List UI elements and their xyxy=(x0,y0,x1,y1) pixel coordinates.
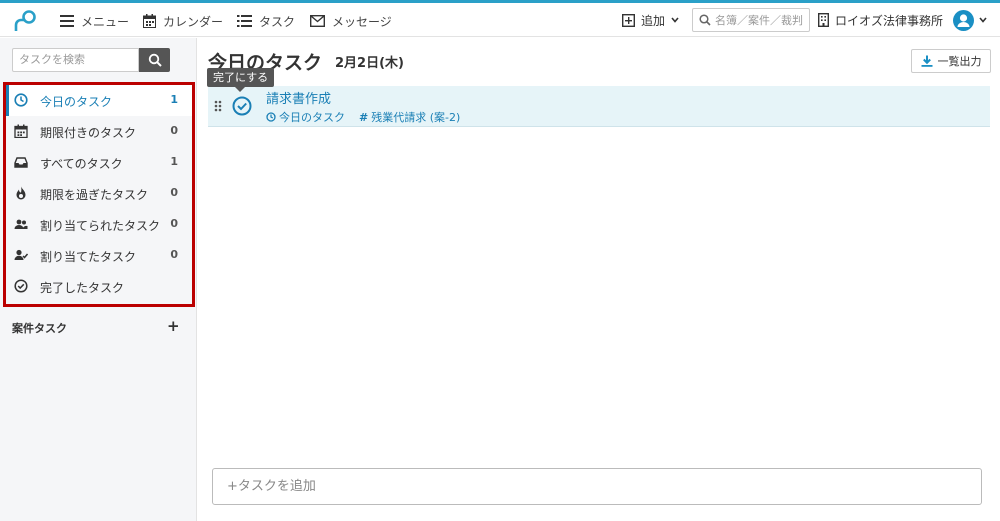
page-date: 2月2日(木) xyxy=(335,56,404,71)
active-indicator xyxy=(6,85,9,116)
menu-icon xyxy=(60,15,74,27)
chevron-down-icon xyxy=(671,17,679,23)
download-icon xyxy=(921,55,932,67)
sidebar-item-count: 1 xyxy=(170,93,178,106)
plus-square-icon xyxy=(622,13,635,27)
export-list-button[interactable]: 一覧出力 xyxy=(911,49,991,73)
building-icon xyxy=(818,13,829,27)
sidebar-item-label: 期限を過ぎたタスク xyxy=(40,188,149,202)
complete-task-checkbox[interactable] xyxy=(232,96,252,116)
sidebar-item-with-deadline[interactable]: 期限付きのタスク 0 xyxy=(6,116,192,147)
task-due-label: 今日のタスク xyxy=(279,111,345,124)
sidebar-item-all[interactable]: すべてのタスク 1 xyxy=(6,147,192,178)
sidebar-item-count: 0 xyxy=(170,248,178,261)
list-icon xyxy=(237,15,252,27)
calendar-icon xyxy=(14,124,28,138)
task-filter-menu: 今日のタスク 1 期限付きのタスク 0 すべてのタスク 1 期限を過ぎたタスク … xyxy=(3,82,195,307)
add-menu-label: 追加 xyxy=(641,13,666,28)
search-icon xyxy=(699,14,711,26)
task-title[interactable]: 請求書作成 xyxy=(266,88,331,107)
fire-icon xyxy=(16,186,26,200)
add-task-input[interactable]: +タスクを追加 xyxy=(212,468,982,505)
app-logo[interactable] xyxy=(12,9,38,33)
check-circle-icon xyxy=(14,279,28,293)
case-tasks-heading: 案件タスク xyxy=(12,322,67,335)
nav-messages[interactable]: メッセージ xyxy=(310,12,392,30)
sidebar-item-label: 今日のタスク xyxy=(40,95,113,109)
sidebar-item-count: 0 xyxy=(170,124,178,137)
calendar-icon xyxy=(143,14,156,28)
inbox-icon xyxy=(14,157,28,168)
main-content: 今日のタスク 2月2日(木) 一覧出力 請求書作成 今日のタスク # 残業代請求… xyxy=(198,38,1000,521)
sidebar-item-completed[interactable]: 完了したタスク xyxy=(6,271,192,302)
nav-calendar[interactable]: カレンダー xyxy=(143,12,223,30)
add-case-task-button[interactable]: + xyxy=(167,317,180,335)
user-menu[interactable] xyxy=(953,8,987,32)
global-search-input[interactable]: 名簿／案件／裁判 xyxy=(692,8,810,32)
hash-icon: # xyxy=(359,110,369,124)
user-check-icon xyxy=(14,249,28,260)
search-icon xyxy=(148,53,162,67)
sidebar-item-label: 期限付きのタスク xyxy=(40,126,137,140)
complete-tooltip: 完了にする xyxy=(207,68,275,92)
task-case-tag[interactable]: # 残業代請求 (案-2) xyxy=(359,109,460,125)
task-row[interactable]: 請求書作成 今日のタスク # 残業代請求 (案-2) xyxy=(208,86,990,127)
drag-handle-icon[interactable] xyxy=(214,100,222,112)
sidebar-item-assigned-to-me[interactable]: 割り当てられたタスク 0 xyxy=(6,209,192,240)
nav-tasks[interactable]: タスク xyxy=(237,12,295,30)
global-search-placeholder: 名簿／案件／裁判 xyxy=(715,14,803,27)
task-due-tag[interactable]: 今日のタスク xyxy=(266,109,345,125)
avatar-icon xyxy=(953,9,974,31)
task-case-label: 残業代請求 (案-2) xyxy=(371,111,461,124)
app-header: メニュー カレンダー タスク メッセージ 追加 名簿／案件／裁判 ロイオズ法律事… xyxy=(0,3,1000,37)
mail-icon xyxy=(310,15,325,27)
sidebar-item-overdue[interactable]: 期限を過ぎたタスク 0 xyxy=(6,178,192,209)
sidebar-item-label: 完了したタスク xyxy=(40,281,125,295)
nav-menu[interactable]: メニュー xyxy=(60,12,129,30)
nav-calendar-label: カレンダー xyxy=(163,14,224,29)
nav-tasks-label: タスク xyxy=(259,14,296,29)
add-menu-button[interactable]: 追加 xyxy=(622,8,679,32)
sidebar-item-label: 割り当てたタスク xyxy=(40,250,137,264)
firm-name: ロイオズ法律事務所 xyxy=(835,13,944,28)
task-meta: 今日のタスク # 残業代請求 (案-2) xyxy=(266,109,460,125)
nav-messages-label: メッセージ xyxy=(332,14,392,29)
sidebar: タスクを検索 今日のタスク 1 期限付きのタスク 0 すべてのタスク 1 期限を… xyxy=(0,38,197,521)
task-search-button[interactable] xyxy=(139,48,170,72)
sidebar-item-label: 割り当てられたタスク xyxy=(40,219,161,233)
export-list-label: 一覧出力 xyxy=(937,55,982,68)
sidebar-item-count: 1 xyxy=(170,155,178,168)
sidebar-item-today[interactable]: 今日のタスク 1 xyxy=(6,85,192,116)
clock-icon xyxy=(266,112,276,122)
sidebar-item-label: すべてのタスク xyxy=(40,157,123,171)
nav-menu-label: メニュー xyxy=(81,14,130,29)
task-search-input[interactable]: タスクを検索 xyxy=(12,48,139,72)
clock-icon xyxy=(14,93,28,107)
users-icon xyxy=(14,219,28,229)
sidebar-item-count: 0 xyxy=(170,186,178,199)
chevron-down-icon xyxy=(979,17,987,23)
sidebar-item-count: 0 xyxy=(170,217,178,230)
sidebar-item-assigned-by-me[interactable]: 割り当てたタスク 0 xyxy=(6,240,192,271)
firm-switcher[interactable]: ロイオズ法律事務所 xyxy=(818,8,943,32)
